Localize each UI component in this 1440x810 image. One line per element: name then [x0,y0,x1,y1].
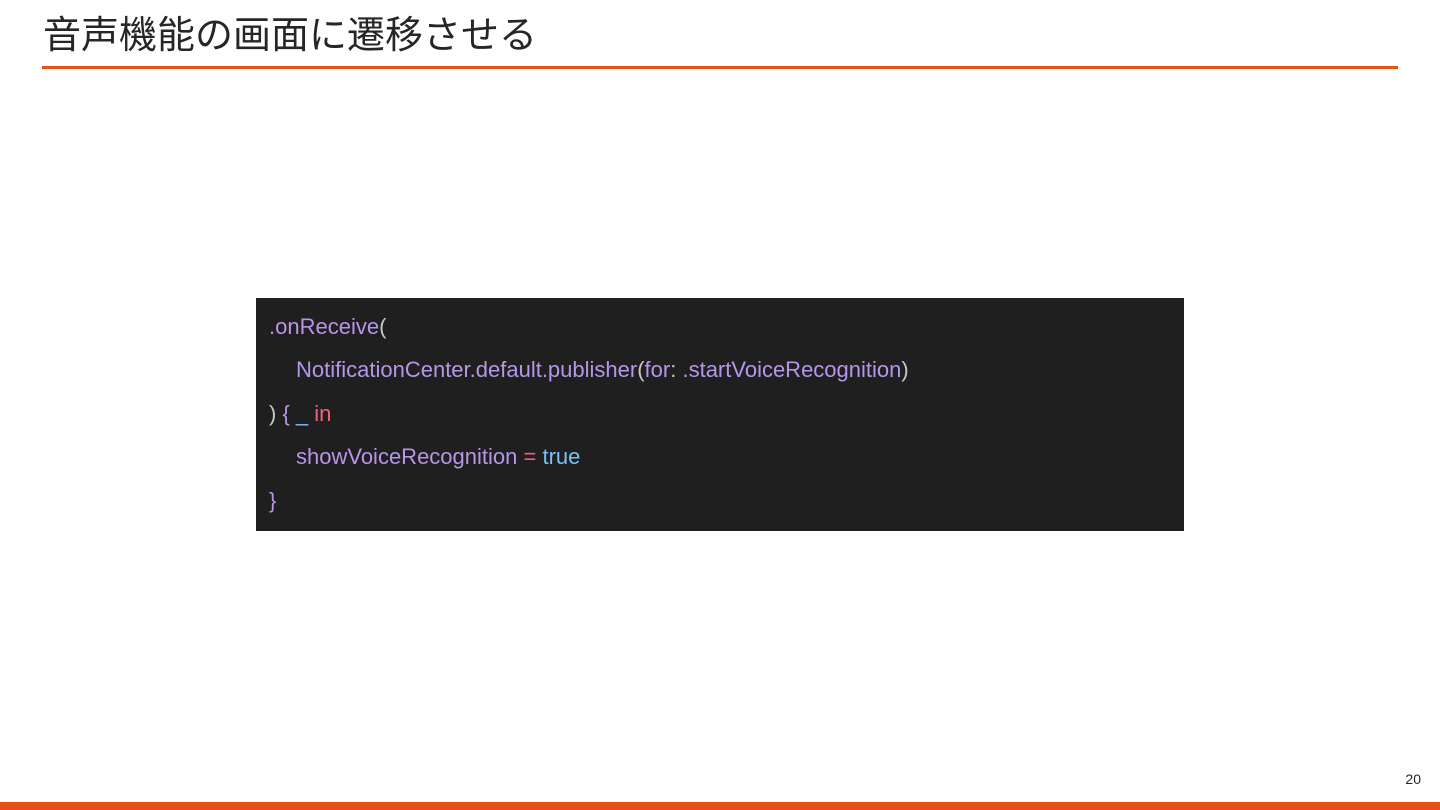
code-line-1: .onReceive( [256,305,1184,348]
code-block: .onReceive( NotificationCenter.default.p… [256,298,1184,531]
code-token: true [542,444,581,470]
code-token: for [644,357,671,383]
code-line-2: NotificationCenter.default.publisher(for… [256,348,1184,391]
code-token: NotificationCenter.default.publisher [296,357,638,383]
code-token: in [314,400,332,426]
code-token: } [269,487,277,513]
slide-title: 音声機能の画面に遷移させる [43,13,538,57]
code-token: ) [269,400,283,426]
code-token: .onReceive [269,314,380,339]
code-token: showVoiceRecognition [296,444,518,470]
footer-accent-bar [0,802,1440,810]
code-token: ( [637,357,645,383]
code-token: : [670,357,683,383]
page-number: 20 [1405,771,1421,787]
code-token: .startVoiceRecognition [682,357,902,383]
code-token: { [282,400,296,426]
slide: 音声機能の画面に遷移させる .onReceive( NotificationCe… [0,0,1440,810]
code-token: _ [295,400,309,426]
code-line-5: } [256,479,1184,522]
code-token: ( [379,314,387,339]
code-line-3: ) { _ in [256,392,1184,435]
code-token: ) [901,357,909,383]
title-underline [42,66,1398,69]
code-token: = [523,444,537,470]
code-line-4: showVoiceRecognition = true [256,435,1184,478]
